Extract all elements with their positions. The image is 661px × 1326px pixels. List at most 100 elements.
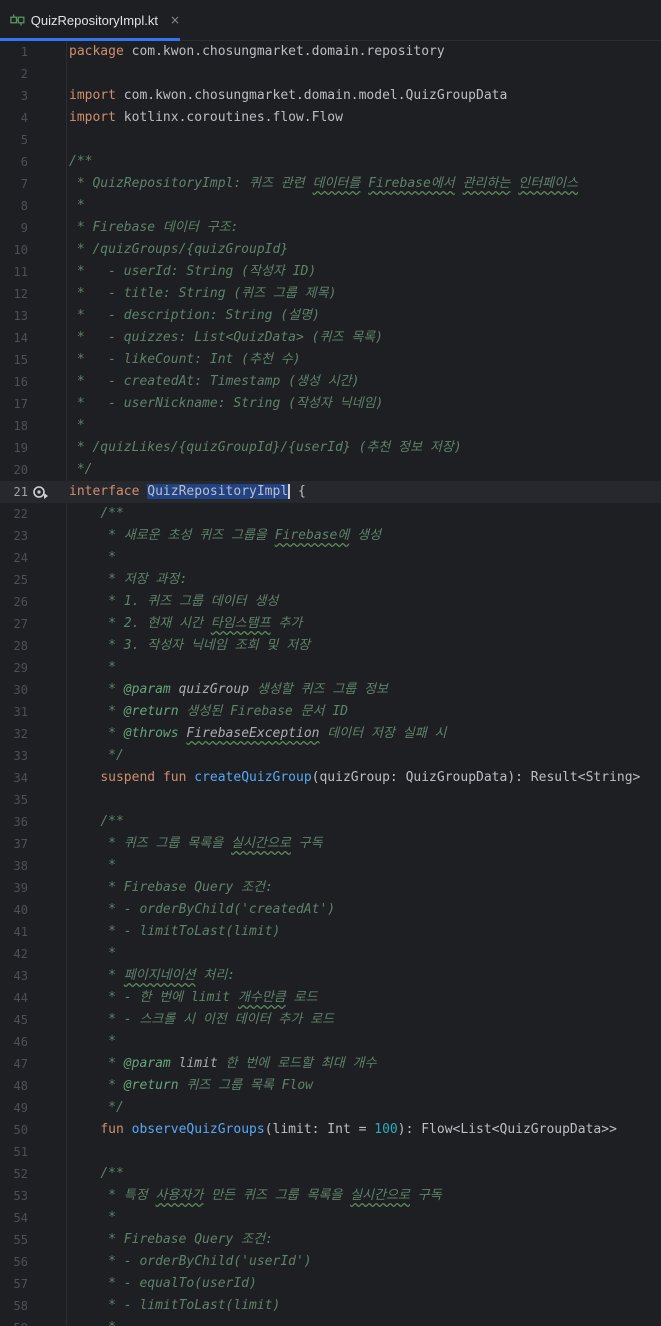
code-line[interactable]: 49 */ — [0, 1097, 661, 1119]
code-text: import kotlinx.coroutines.flow.Flow — [69, 107, 343, 129]
code-text: * - limitToLast(limit) — [69, 1295, 280, 1317]
code-line[interactable]: 23 * 새로운 초성 퀴즈 그룹을 Firebase에 생성 — [0, 525, 661, 547]
code-line[interactable]: 18 * — [0, 415, 661, 437]
code-line[interactable]: 32 * @throws FirebaseException 데이터 저장 실패… — [0, 723, 661, 745]
code-line[interactable]: 13 * - description: String (설명) — [0, 305, 661, 327]
line-number: 59 — [0, 1317, 28, 1326]
code-token: com.kwon.chosungmarket.domain.model.Quiz… — [115, 88, 508, 103]
file-tab[interactable]: QuizRepositoryImpl.kt × — [0, 0, 180, 41]
code-token: * - orderByChild('userId') — [69, 1254, 312, 1269]
line-number: 40 — [13, 903, 28, 917]
code-token: * — [69, 704, 124, 719]
code-line[interactable]: 9 * Firebase 데이터 구조: — [0, 217, 661, 239]
code-line[interactable]: 4 import kotlinx.coroutines.flow.Flow — [0, 107, 661, 129]
line-number: 58 — [13, 1299, 28, 1313]
code-line[interactable]: 50 fun observeQuizGroups(limit: Int = 10… — [0, 1119, 661, 1141]
code-line[interactable]: 52 /** — [0, 1163, 661, 1185]
code-line[interactable]: 6 /** — [0, 151, 661, 173]
line-number: 8 — [20, 199, 28, 213]
code-line[interactable]: 26 * 1. 퀴즈 그룹 데이터 생성 — [0, 591, 661, 613]
code-line[interactable]: 20 */ — [0, 459, 661, 481]
code-line[interactable]: 2 — [0, 63, 661, 85]
code-line[interactable]: 45 * - 스크롤 시 이전 데이터 추가 로드 — [0, 1009, 661, 1031]
line-number: 39 — [13, 881, 28, 895]
code-line[interactable]: 24 * — [0, 547, 661, 569]
code-line[interactable]: 11 * - userId: String (작성자 ID) — [0, 261, 661, 283]
code-line[interactable]: 46 * — [0, 1031, 661, 1053]
code-text: * /quizGroups/{quizGroupId} — [69, 239, 288, 261]
code-text: * @return 생성된 Firebase 문서 ID — [69, 701, 348, 723]
code-line[interactable]: 40 * - orderByChild('createdAt') — [0, 899, 661, 921]
code-line[interactable]: 30 * @param quizGroup 생성할 퀴즈 그룹 정보 — [0, 679, 661, 701]
code-line[interactable]: 57 * - equalTo(userId) — [0, 1273, 661, 1295]
code-line[interactable]: 21 interface QuizRepositoryImpl { — [0, 481, 661, 503]
code-line[interactable]: 10 * /quizGroups/{quizGroupId} — [0, 239, 661, 261]
code-line[interactable]: 34 suspend fun createQuizGroup(quizGroup… — [0, 767, 661, 789]
code-line[interactable]: 55 * Firebase Query 조건: — [0, 1229, 661, 1251]
code-line[interactable]: 17 * - userNickname: String (작성자 닉네임) — [0, 393, 661, 415]
code-line[interactable]: 16 * - createdAt: Timestamp (생성 시간) — [0, 371, 661, 393]
code-line[interactable]: 47 * @param limit 한 번에 로드할 최대 개수 — [0, 1053, 661, 1075]
code-token: { — [290, 484, 306, 499]
code-lines: 1 package com.kwon.chosungmarket.domain.r… — [0, 41, 661, 1326]
line-number: 34 — [13, 771, 28, 785]
code-line[interactable]: 22 /** — [0, 503, 661, 525]
code-token: * — [69, 198, 85, 213]
code-line[interactable]: 12 * - title: String (퀴즈 그룹 제목) — [0, 283, 661, 305]
line-number: 14 — [13, 331, 28, 345]
code-line[interactable]: 39 * Firebase Query 조건: — [0, 877, 661, 899]
code-line[interactable]: 54 * — [0, 1207, 661, 1229]
code-line[interactable]: 37 * 퀴즈 그룹 목록을 실시간으로 구독 — [0, 833, 661, 855]
code-line[interactable]: 5 — [0, 129, 661, 151]
code-text: * - 한 번에 limit 개수만큼 로드 — [69, 987, 317, 1009]
code-line[interactable]: 1 package com.kwon.chosungmarket.domain.r… — [0, 41, 661, 63]
code-line[interactable]: 28 * 3. 작성자 닉네임 조회 및 저장 — [0, 635, 661, 657]
code-line[interactable]: 8 * — [0, 195, 661, 217]
code-line[interactable]: 51 — [0, 1141, 661, 1163]
line-number: 49 — [13, 1101, 28, 1115]
code-line[interactable]: 53 * 특정 사용자가 만든 퀴즈 그룹 목록을 실시간으로 구독 — [0, 1185, 661, 1207]
code-line[interactable]: 3 import com.kwon.chosungmarket.domain.mo… — [0, 85, 661, 107]
code-line[interactable]: 33 */ — [0, 745, 661, 767]
code-line[interactable]: 36 /** — [0, 811, 661, 833]
code-text: * /quizLikes/{quizGroupId}/{userId} (추천 … — [69, 437, 462, 459]
code-token: */ — [69, 1100, 124, 1115]
code-token: 데이터 저장 실패 시 — [319, 726, 447, 741]
code-editor[interactable]: 1 package com.kwon.chosungmarket.domain.r… — [0, 41, 661, 1326]
close-tab-icon[interactable]: × — [170, 13, 180, 27]
code-line[interactable]: 35 — [0, 789, 661, 811]
code-line[interactable]: 43 * 페이지네이션 처리: — [0, 965, 661, 987]
code-line[interactable]: 19 * /quizLikes/{quizGroupId}/{userId} (… — [0, 437, 661, 459]
code-text: * — [69, 855, 116, 877]
code-line[interactable]: 41 * - limitToLast(limit) — [0, 921, 661, 943]
code-token: FirebaseException — [186, 726, 320, 741]
code-line[interactable]: 56 * - orderByChild('userId') — [0, 1251, 661, 1273]
implemented-by-gutter-icon[interactable] — [33, 485, 49, 499]
code-token: quizGroup — [178, 682, 250, 697]
code-line[interactable]: 14 * - quizzes: List<QuizData> (퀴즈 목록) — [0, 327, 661, 349]
code-text: * QuizRepositoryImpl: 퀴즈 관련 데이터를 Firebas… — [69, 173, 578, 195]
code-line[interactable]: 29 * — [0, 657, 661, 679]
code-text: package com.kwon.chosungmarket.domain.re… — [69, 41, 445, 63]
line-number: 7 — [20, 177, 28, 191]
code-token: * 퀴즈 그룹 목록을 — [69, 836, 231, 851]
code-text: * — [69, 1317, 116, 1326]
code-line[interactable]: 27 * 2. 현재 시간 타임스탬프 추가 — [0, 613, 661, 635]
code-token: * 3. 작성자 닉네임 조회 및 저장 — [69, 638, 311, 653]
code-token: 인터페이스 — [518, 176, 579, 191]
code-line[interactable]: 31 * @return 생성된 Firebase 문서 ID — [0, 701, 661, 723]
code-line[interactable]: 25 * 저장 과정: — [0, 569, 661, 591]
code-text: * — [69, 943, 116, 965]
code-line[interactable]: 42 * — [0, 943, 661, 965]
code-token: /** — [100, 1166, 124, 1181]
code-line[interactable]: 58 * - limitToLast(limit) — [0, 1295, 661, 1317]
code-line[interactable]: 7 * QuizRepositoryImpl: 퀴즈 관련 데이터를 Fireb… — [0, 173, 661, 195]
code-line[interactable]: 38 * — [0, 855, 661, 877]
code-token: * 1. 퀴즈 그룹 데이터 생성 — [69, 594, 279, 609]
code-line[interactable]: 15 * - likeCount: Int (추천 수) — [0, 349, 661, 371]
code-line[interactable]: 48 * @return 퀴즈 그룹 목록 Flow — [0, 1075, 661, 1097]
code-line[interactable]: 59 * — [0, 1317, 661, 1326]
code-line[interactable]: 44 * - 한 번에 limit 개수만큼 로드 — [0, 987, 661, 1009]
code-token: package — [69, 44, 124, 59]
